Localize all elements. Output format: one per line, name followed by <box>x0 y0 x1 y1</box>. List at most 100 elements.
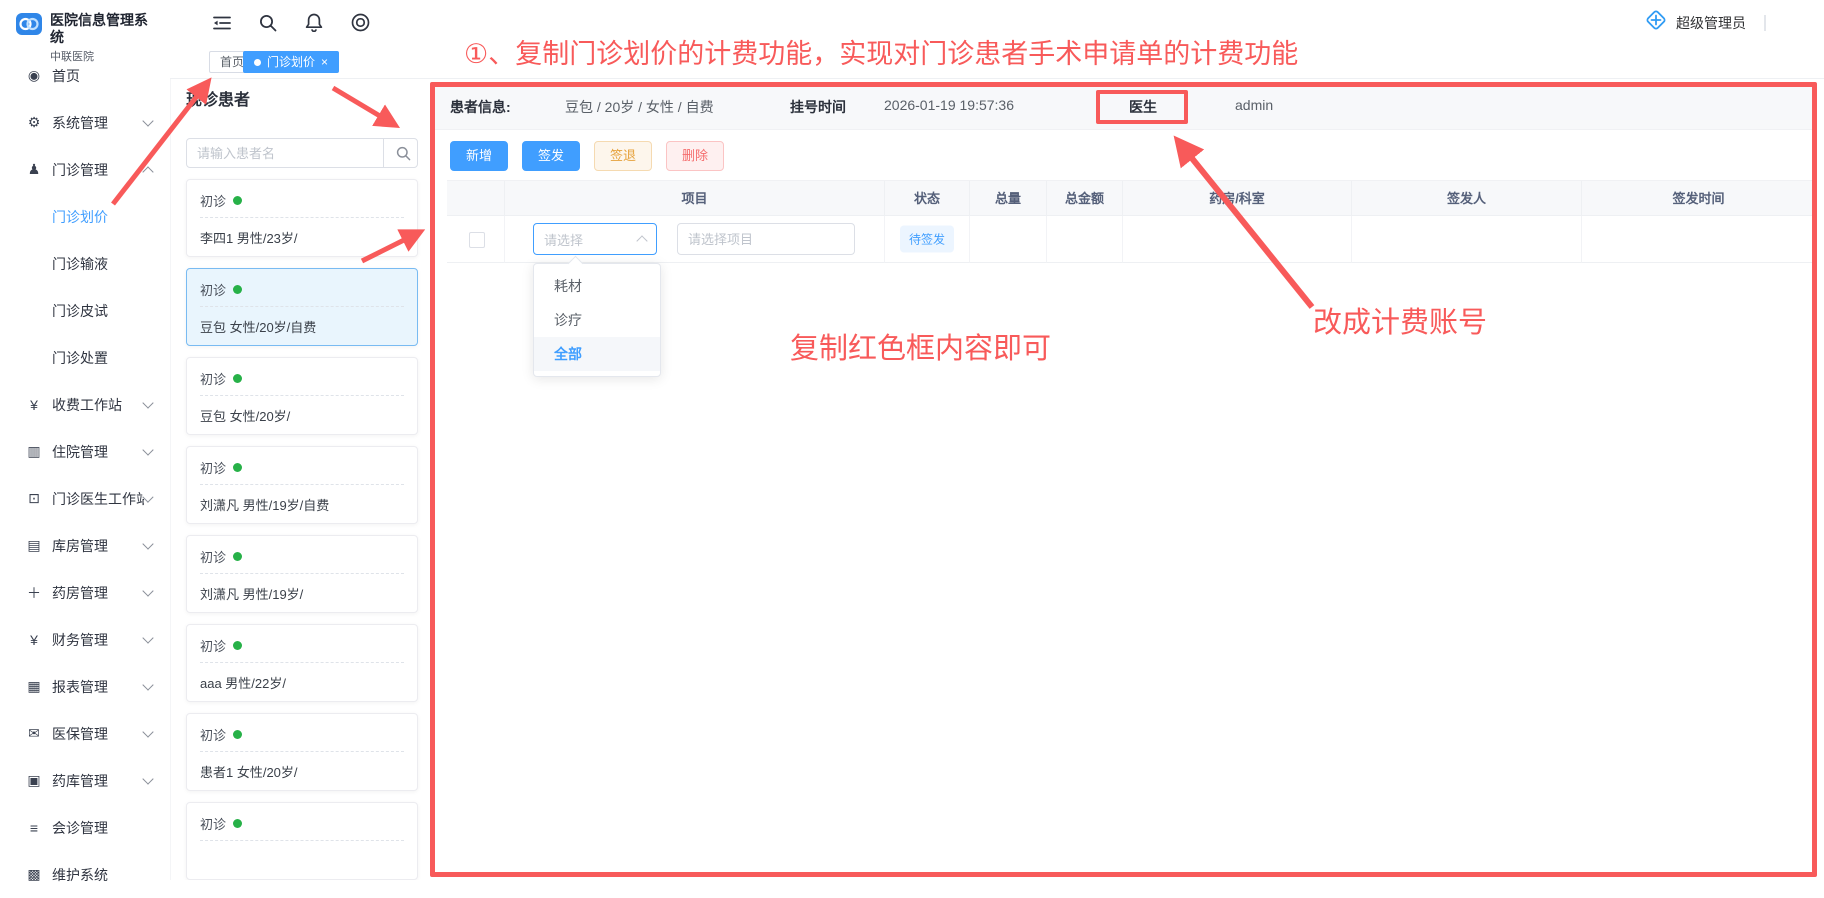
patient-info-bar: 患者信息: 豆包 / 20岁 / 女性 / 自费 挂号时间 2026-01-19… <box>432 84 1817 130</box>
dropdown-option[interactable]: 耗材 <box>534 269 660 303</box>
patient-card[interactable]: 初诊aaa 男性/22岁/ <box>186 624 418 702</box>
patient-visit-type: 初诊 <box>200 458 242 477</box>
sidebar-item-finance[interactable]: ¥财务管理 <box>0 616 170 663</box>
column-header: 签发人 <box>1352 181 1582 216</box>
bell-icon[interactable] <box>304 13 324 33</box>
active-dot <box>254 59 261 66</box>
patient-info: 刘潇凡 男性/19岁/自费 <box>200 495 329 514</box>
doctor-value: admin <box>1235 97 1273 113</box>
status-badge: 待签发 <box>900 226 954 253</box>
patient-card[interactable]: 初诊豆包 女性/20岁/自费 <box>186 268 418 346</box>
column-header: 状态 <box>885 181 970 216</box>
bullseye-icon[interactable] <box>350 13 370 33</box>
report-icon: ▦ <box>24 678 44 695</box>
sidebar-item-home[interactable]: ◉首页 <box>0 52 170 99</box>
card-divider <box>200 484 404 485</box>
patient-card[interactable]: 初诊 <box>186 802 418 880</box>
patient-card[interactable]: 初诊李四1 男性/23岁/ <box>186 179 418 257</box>
sidebar-item-label: 门诊管理 <box>52 160 144 180</box>
top-header: 超级管理员 <box>170 0 1824 45</box>
sidebar-item-report[interactable]: ▦报表管理 <box>0 663 170 710</box>
card-divider <box>200 306 404 307</box>
dropdown-option[interactable]: 诊疗 <box>534 303 660 337</box>
search-icon <box>396 146 411 161</box>
sidebar-item-consult[interactable]: ≡会诊管理 <box>0 804 170 851</box>
search-icon[interactable] <box>258 13 278 33</box>
patient-info-label: 患者信息: <box>450 97 511 117</box>
row-checkbox[interactable] <box>469 232 485 248</box>
patient-info: 刘潇凡 男性/19岁/ <box>200 584 303 603</box>
delete-button[interactable]: 删除 <box>666 141 724 171</box>
yen-icon: ¥ <box>24 632 44 648</box>
sidebar-item-label: 门诊医生工作站 <box>52 489 144 509</box>
patient-visit-type: 初诊 <box>200 547 242 566</box>
gear-icon: ⚙ <box>24 114 44 131</box>
list-icon: ≡ <box>24 820 44 836</box>
sidebar-item-doctor-ws[interactable]: ⊡ 门诊医生工作站 <box>0 475 170 522</box>
patient-visit-type: 初诊 <box>200 636 242 655</box>
sidebar-item-outpatient[interactable]: ♟ 门诊管理 <box>0 146 170 193</box>
sidebar-item-label: 维护系统 <box>52 865 152 885</box>
chevron-down-icon <box>142 726 153 737</box>
monitor-icon: ⊡ <box>24 490 44 507</box>
add-button[interactable]: 新增 <box>450 141 508 171</box>
table-cell <box>1047 216 1123 263</box>
table-cell <box>1123 216 1352 263</box>
sidebar-item-drugstore[interactable]: ▣药库管理 <box>0 757 170 804</box>
table-cell: 请选择 <box>505 216 885 263</box>
patient-search-input[interactable] <box>187 139 383 167</box>
sidebar-item-mz-dispose[interactable]: 门诊处置 <box>0 334 170 381</box>
item-search-input[interactable] <box>677 223 855 255</box>
doctor-label: 医生 <box>1098 97 1188 117</box>
patient-visit-type: 初诊 <box>200 369 242 388</box>
tab-outpatient-pricing[interactable]: 门诊划价 × <box>243 51 339 73</box>
sidebar-item-label: 药房管理 <box>52 583 144 603</box>
tab-bar: 首页 门诊划价 × <box>170 45 1824 79</box>
close-icon[interactable]: × <box>321 56 328 68</box>
issue-button[interactable]: 签发 <box>522 141 580 171</box>
patient-info: 豆包 女性/20岁/自费 <box>200 317 316 336</box>
patient-card[interactable]: 初诊刘潇凡 男性/19岁/自费 <box>186 446 418 524</box>
app-title: 医院信息管理系统 <box>50 12 160 46</box>
patient-card[interactable]: 初诊患者1 女性/20岁/ <box>186 713 418 791</box>
visit-type-label: 初诊 <box>200 458 226 477</box>
table-cell <box>1582 216 1815 263</box>
checkout-button[interactable]: 签退 <box>594 141 652 171</box>
collapse-menu-icon[interactable] <box>212 13 232 33</box>
select-placeholder: 请选择 <box>544 230 638 249</box>
card-divider <box>200 751 404 752</box>
sidebar-item-label: 住院管理 <box>52 442 144 462</box>
patient-card[interactable]: 初诊刘潇凡 男性/19岁/ <box>186 535 418 613</box>
sidebar-item-mz-infusion[interactable]: 门诊输液 <box>0 240 170 287</box>
type-select[interactable]: 请选择 <box>533 223 657 255</box>
user-menu[interactable]: 超级管理员 <box>1644 0 1766 45</box>
search-button[interactable] <box>383 139 422 167</box>
chart-icon: ▥ <box>24 443 44 460</box>
sidebar-item-system[interactable]: ⚙系统管理 <box>0 99 170 146</box>
patient-search <box>186 138 418 168</box>
sidebar-item-label: 库房管理 <box>52 536 144 556</box>
items-table: 项目状态总量总金额药房/科室签发人签发时间 请选择待签发 <box>447 180 1815 263</box>
chevron-up-icon <box>142 166 153 177</box>
patient-panel-title: 现诊患者 <box>186 86 250 110</box>
sidebar-item-inpatient[interactable]: ▥ 住院管理 <box>0 428 170 475</box>
envelope-icon: ✉ <box>24 725 44 742</box>
dropdown-option[interactable]: 全部 <box>534 337 660 371</box>
status-dot <box>233 463 242 472</box>
sidebar-item-mz-pricing[interactable]: 门诊划价 <box>0 193 170 240</box>
status-dot <box>233 196 242 205</box>
patient-card[interactable]: 初诊豆包 女性/20岁/ <box>186 357 418 435</box>
patient-panel: 现诊患者 初诊李四1 男性/23岁/初诊豆包 女性/20岁/自费初诊豆包 女性/… <box>172 78 430 880</box>
sidebar-item-charge[interactable]: ¥收费工作站 <box>0 381 170 428</box>
sidebar-item-warehouse[interactable]: ▤库房管理 <box>0 522 170 569</box>
sidebar-item-pharmacy[interactable]: ＋药房管理 <box>0 569 170 616</box>
chevron-down-icon <box>142 773 153 784</box>
chevron-down-icon <box>142 538 153 549</box>
sidebar-item-maintain[interactable]: ▩维护系统 <box>0 851 170 898</box>
visit-type-label: 初诊 <box>200 280 226 299</box>
sidebar-item-insurance[interactable]: ✉医保管理 <box>0 710 170 757</box>
sidebar-item-mz-skintest[interactable]: 门诊皮试 <box>0 287 170 334</box>
user-icon: ♟ <box>24 161 44 178</box>
medical-diamond-icon <box>1644 8 1668 37</box>
header-divider <box>1764 15 1766 31</box>
